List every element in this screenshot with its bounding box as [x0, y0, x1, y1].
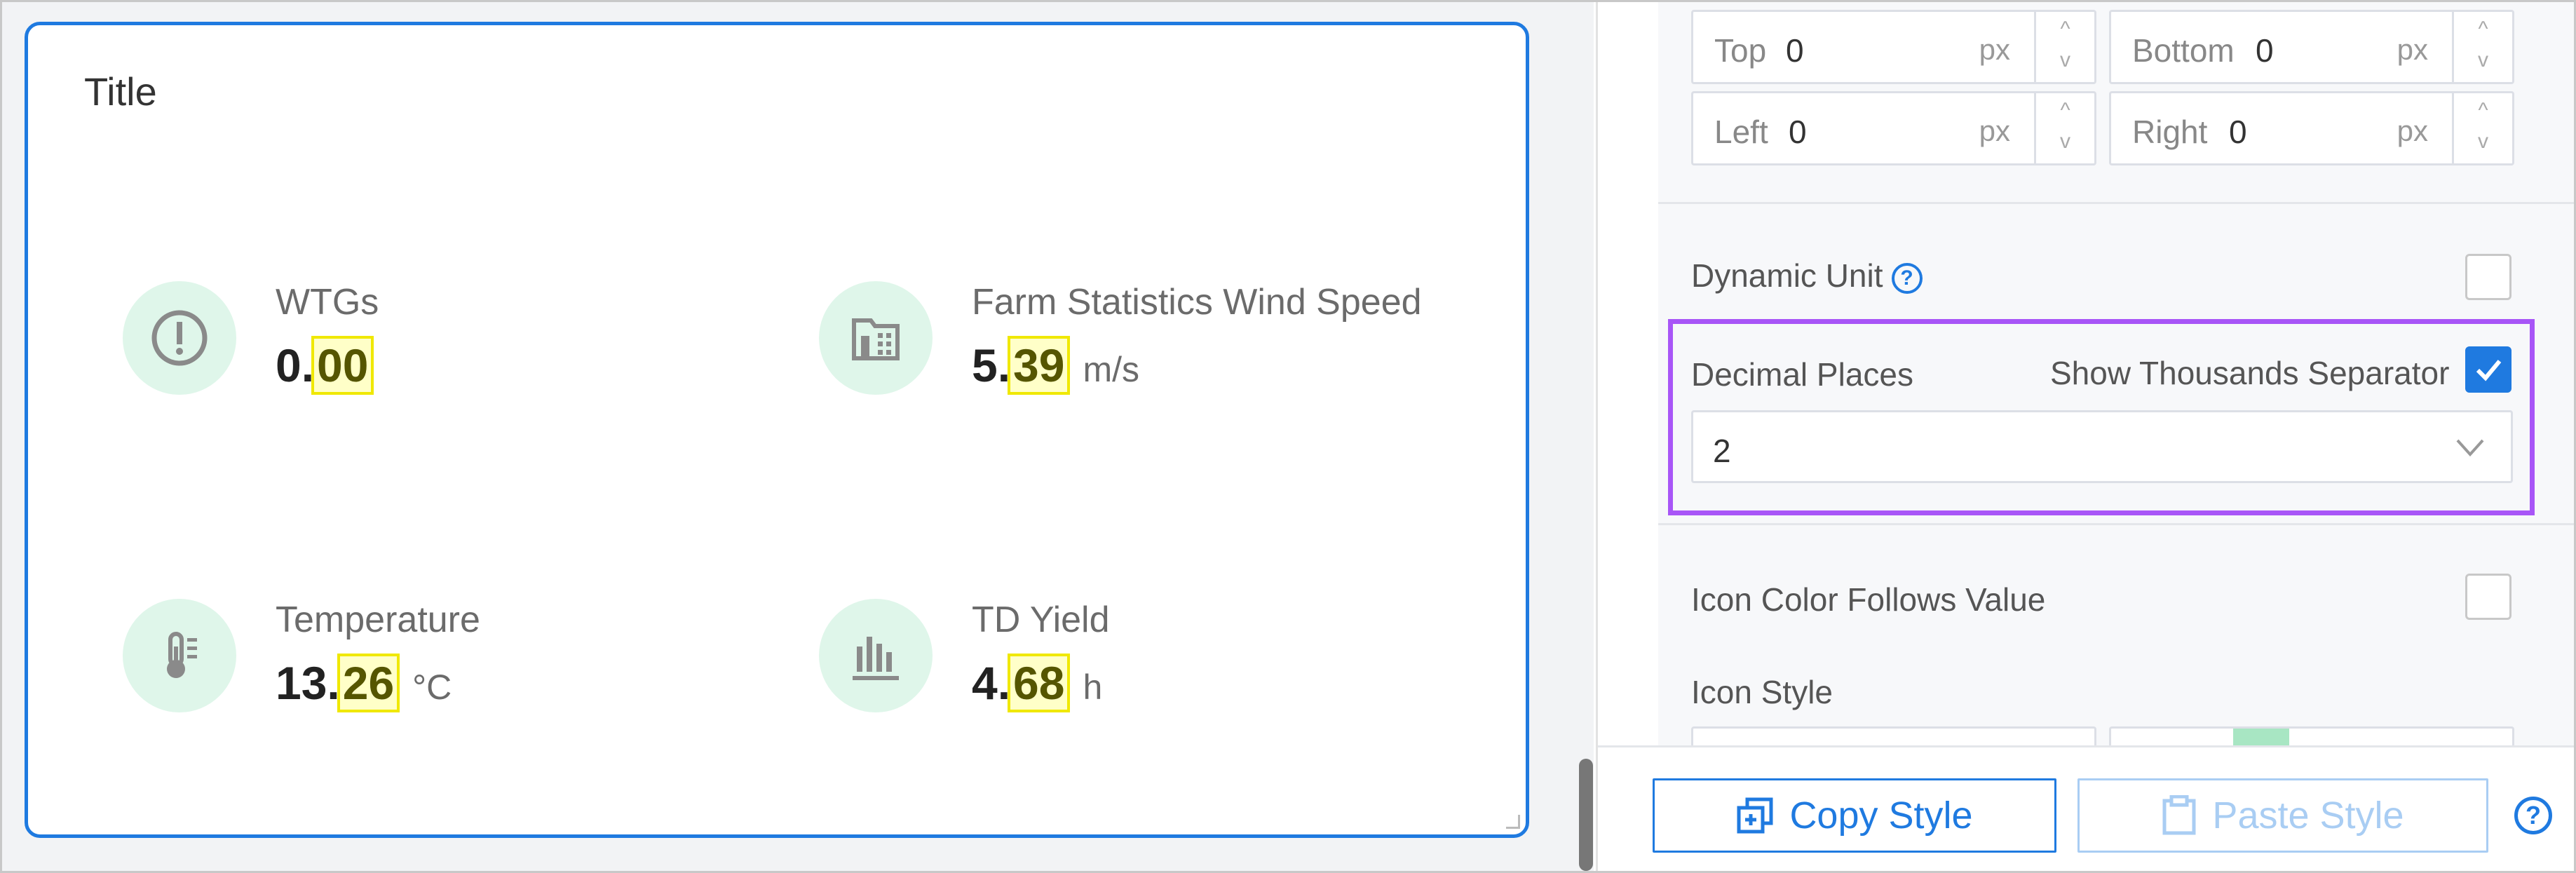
chevron-up-icon[interactable]: ^ — [2454, 18, 2512, 41]
metric-label: Temperature — [276, 600, 480, 640]
unit-label: px — [2397, 33, 2428, 66]
padding-top-value[interactable]: 0 — [1786, 32, 1804, 69]
unit-label: px — [2397, 114, 2428, 147]
icon-style-field[interactable] — [1691, 726, 2096, 747]
value-unit: °C — [412, 668, 452, 707]
chevron-down-icon[interactable]: v — [2454, 130, 2512, 154]
dynamic-unit-label: Dynamic Unit — [1691, 257, 1883, 294]
padding-bottom-value[interactable]: 0 — [2256, 32, 2274, 69]
dynamic-unit-row: Dynamic Unit? — [1691, 257, 1923, 295]
padding-left-stepper[interactable]: ^ v — [2034, 93, 2094, 163]
metric-card[interactable]: Title WTGs 0. 00 Farm Statistics Wind Spe… — [25, 22, 1529, 838]
padding-right-label: Right — [2132, 114, 2208, 150]
paste-style-label: Paste Style — [2212, 794, 2404, 837]
section-divider — [1658, 523, 2574, 525]
chevron-down-icon[interactable] — [2455, 433, 2486, 461]
chevron-up-icon[interactable]: ^ — [2036, 18, 2094, 41]
value-integer: 0. — [276, 339, 315, 391]
metric-label: Farm Statistics Wind Speed — [972, 282, 1422, 323]
padding-left-value[interactable]: 0 — [1789, 113, 1807, 151]
metric-value: 5. 39 m/s — [972, 336, 1140, 395]
chevron-down-icon[interactable]: v — [2036, 48, 2094, 72]
padding-top-field[interactable]: Top 0 px ^ v — [1691, 10, 2096, 84]
padding-top-stepper[interactable]: ^ v — [2034, 12, 2094, 82]
bar-chart-icon — [819, 599, 933, 712]
metric-label: WTGs — [276, 282, 379, 323]
padding-left-label: Left — [1714, 114, 1768, 150]
value-decimals: 26 — [337, 654, 400, 712]
padding-bottom-label: Bottom — [2132, 32, 2235, 69]
metric-value: 13. 26 °C — [276, 654, 452, 712]
value-unit: h — [1083, 668, 1103, 707]
unit-label: px — [1979, 114, 2010, 147]
value-unit: m/s — [1083, 350, 1140, 389]
thousands-separator-label: Show Thousands Separator — [2050, 355, 2450, 391]
canvas-scrollbar[interactable] — [1579, 759, 1593, 871]
decimal-places-value: 2 — [1713, 433, 1731, 469]
value-integer: 13. — [276, 657, 340, 709]
padding-top-label: Top — [1714, 32, 1767, 69]
section-divider — [1658, 202, 2574, 204]
help-icon[interactable]: ? — [2514, 797, 2552, 834]
metric-label: TD Yield — [972, 600, 1110, 640]
padding-left-field[interactable]: Left 0 px ^ v — [1691, 91, 2096, 165]
metric-value: 4. 68 h — [972, 654, 1103, 712]
padding-bottom-field[interactable]: Bottom 0 px ^ v — [2109, 10, 2514, 84]
chevron-up-icon[interactable]: ^ — [2036, 99, 2094, 123]
thousands-separator-checkbox[interactable] — [2465, 346, 2511, 393]
padding-right-value[interactable]: 0 — [2229, 113, 2247, 151]
icon-color-follows-label: Icon Color Follows Value — [1691, 581, 2046, 618]
padding-bottom-stepper[interactable]: ^ v — [2452, 12, 2512, 82]
value-integer: 4. — [972, 657, 1011, 709]
decimal-places-label: Decimal Places — [1691, 356, 1913, 393]
chevron-down-icon[interactable]: v — [2454, 48, 2512, 72]
value-decimals: 68 — [1008, 654, 1071, 712]
check-icon — [2476, 360, 2502, 381]
resize-handle[interactable] — [1506, 815, 1520, 829]
color-swatch[interactable] — [2233, 729, 2289, 745]
card-title: Title — [84, 69, 157, 114]
copy-style-button[interactable]: Copy Style — [1653, 778, 2056, 853]
icon-color-follows-checkbox[interactable] — [2465, 574, 2511, 620]
padding-right-stepper[interactable]: ^ v — [2452, 93, 2512, 163]
chevron-down-icon[interactable]: v — [2036, 130, 2094, 154]
alert-icon — [123, 281, 236, 395]
decimal-places-select[interactable]: 2 — [1691, 410, 2513, 483]
value-decimals: 39 — [1008, 336, 1071, 395]
padding-right-field[interactable]: Right 0 px ^ v — [2109, 91, 2514, 165]
copy-style-label: Copy Style — [1789, 794, 1973, 837]
canvas-area: Title WTGs 0. 00 Farm Statistics Wind Spe… — [2, 2, 1594, 871]
clipboard-icon — [2162, 795, 2196, 835]
metric-value: 0. 00 — [276, 336, 374, 395]
paste-style-button[interactable]: Paste Style — [2077, 778, 2488, 853]
value-decimals: 00 — [311, 336, 374, 395]
dynamic-unit-checkbox[interactable] — [2465, 254, 2511, 300]
copy-icon — [1737, 797, 1773, 834]
building-icon — [819, 281, 933, 395]
icon-color-field[interactable] — [2109, 726, 2514, 747]
chevron-up-icon[interactable]: ^ — [2454, 99, 2512, 123]
value-integer: 5. — [972, 339, 1011, 391]
icon-style-label: Icon Style — [1691, 674, 1833, 710]
help-icon[interactable]: ? — [1891, 262, 1923, 294]
unit-label: px — [1979, 33, 2010, 66]
thermometer-icon — [123, 599, 236, 712]
